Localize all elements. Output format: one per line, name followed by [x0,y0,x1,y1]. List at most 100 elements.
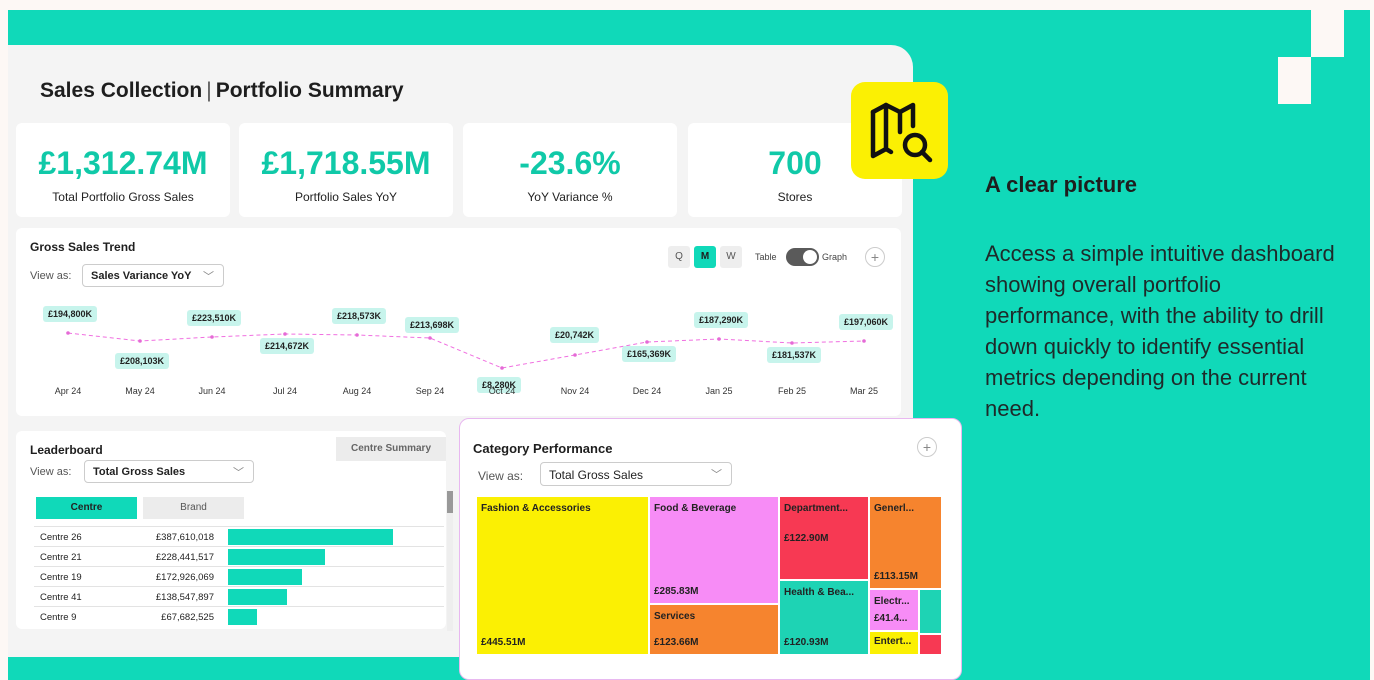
trend-point-label: £218,573K [332,308,387,324]
row-bar [228,549,326,565]
trend-month-label: Dec 24 [632,386,662,396]
tile-name: Health & Bea... [784,587,855,598]
tile-electronics[interactable]: Electr... £41.4... [870,590,918,630]
kpi-value: £1,718.55M [261,145,431,181]
trend-point-label: £213,698K [405,317,460,333]
kpi-portfolio-sales-yoy: £1,718.55M Portfolio Sales YoY [239,123,453,217]
scrollbar-thumb[interactable] [447,491,453,513]
trend-point-label: £197,060K [839,314,894,330]
tile-fashion-accessories[interactable]: Fashion & Accessories £445.51M [477,497,648,654]
leaderboard-card: Leaderboard Centre Summary View as: Tota… [16,431,453,631]
tile-value: £113.15M [874,571,918,582]
row-centre-name: Centre 19 [40,572,82,583]
tile-value: £123.66M [654,637,699,648]
trend-point[interactable] [862,339,866,343]
tile-small-red[interactable] [920,635,941,654]
side-heading: A clear picture [985,172,1138,197]
tab-brand[interactable]: Brand [143,497,244,519]
table-row[interactable]: Centre 26 £387,610,018 [34,526,444,546]
page-title: Sales Collection | Portfolio Summary [40,79,404,103]
kpi-value: -23.6% [519,145,621,181]
trend-point[interactable] [573,353,577,357]
row-amount: £172,926,069 [155,572,214,583]
trend-point[interactable] [210,335,214,339]
category-select-value: Total Gross Sales [549,468,644,482]
tile-name: Food & Beverage [654,503,737,514]
tile-services[interactable]: Services £123.66M [650,605,778,654]
trend-point-label: £187,290K [694,312,749,328]
kpi-yoy-variance: -23.6% YoY Variance % [463,123,677,217]
trend-point[interactable] [355,333,359,337]
title-left: Sales Collection [40,79,203,102]
tile-general[interactable]: Generl... £113.15M [870,497,941,588]
trend-point-label: £208,103K [115,353,170,369]
trend-month-label: Feb 25 [777,386,807,396]
corner-decoration [1278,10,1344,104]
table-row[interactable]: Centre 19 £172,926,069 [34,566,444,586]
trend-month-label: Apr 24 [54,386,82,396]
row-centre-name: Centre 9 [40,612,77,623]
row-bar [228,589,287,605]
title-right: Portfolio Summary [215,79,404,102]
trend-point[interactable] [645,340,649,344]
gross-sales-trend-card: Gross Sales Trend View as: Sales Varianc… [16,228,901,416]
tile-value: £445.51M [481,637,526,648]
trend-point[interactable] [790,341,794,345]
trend-month-label: Jan 25 [705,386,733,396]
trend-month-label: Jul 24 [272,386,298,396]
tile-name: Services [654,611,696,622]
tile-department[interactable]: Department... £122.90M [780,497,868,579]
kpi-label: Portfolio Sales YoY [294,190,398,204]
trend-month-label: Oct 24 [488,386,516,396]
row-bar [228,529,393,545]
trend-point-label: £194,800K [43,306,98,322]
row-amount: £138,547,897 [155,592,214,603]
tile-value: £285.83M [654,586,699,597]
tile-food-beverage[interactable]: Food & Beverage £285.83M [650,497,778,603]
row-amount: £67,682,525 [161,612,214,623]
trend-point-label: £181,537K [767,347,822,363]
trend-month-label: May 24 [125,386,155,396]
trend-point[interactable] [717,337,721,341]
category-performance-card: Category Performance + View as: Total Gr… [459,418,962,680]
leaderboard-view-select[interactable]: Total Gross Sales ﹀ [84,460,254,483]
tile-name: Electr... [874,596,910,607]
side-body-text: Access a simple intuitive dashboard show… [985,241,1335,421]
tile-entertainment[interactable]: Entert... [870,632,918,654]
title-separator: | [206,79,212,102]
trend-point[interactable] [500,366,504,370]
table-row[interactable]: Centre 21 £228,441,517 [34,546,444,566]
tile-small-teal[interactable] [920,590,941,633]
tile-value: £41.4... [874,613,908,624]
trend-month-label: Mar 25 [849,386,879,396]
category-view-select[interactable]: Total Gross Sales ﹀ [540,462,732,486]
category-view-as-label: View as: [478,469,524,483]
trend-point[interactable] [66,331,70,335]
trend-point[interactable] [138,339,142,343]
table-row[interactable]: Centre 9 £67,682,525 [34,606,444,626]
centre-summary-button[interactable]: Centre Summary [336,437,446,461]
kpi-value: £1,312.74M [38,145,208,181]
category-add-button[interactable]: + [917,437,937,457]
trend-point[interactable] [283,332,287,336]
kpi-label: Stores [777,190,813,204]
kpi-label: Total Portfolio Gross Sales [52,190,194,204]
row-bar [228,569,302,585]
row-centre-name: Centre 26 [40,532,82,543]
kpi-total-gross-sales: £1,312.74M Total Portfolio Gross Sales [16,123,230,217]
trend-month-label: Jun 24 [198,386,226,396]
leaderboard-scrollbar[interactable] [447,491,453,631]
trend-series-line [67,332,865,369]
tab-centre[interactable]: Centre [36,497,137,519]
trend-month-label: Nov 24 [560,386,590,396]
map-search-icon [851,82,948,179]
tile-name: Department... [784,503,848,514]
table-row[interactable]: Centre 41 £138,547,897 [34,586,444,606]
tile-name: Generl... [874,503,915,514]
row-centre-name: Centre 21 [40,552,82,563]
row-amount: £387,610,018 [155,532,214,543]
trend-point[interactable] [428,336,432,340]
tile-health-beauty[interactable]: Health & Bea... £120.93M [780,581,868,654]
leaderboard-view-as-label: View as: [30,466,72,478]
trend-month-label: Aug 24 [342,386,372,396]
